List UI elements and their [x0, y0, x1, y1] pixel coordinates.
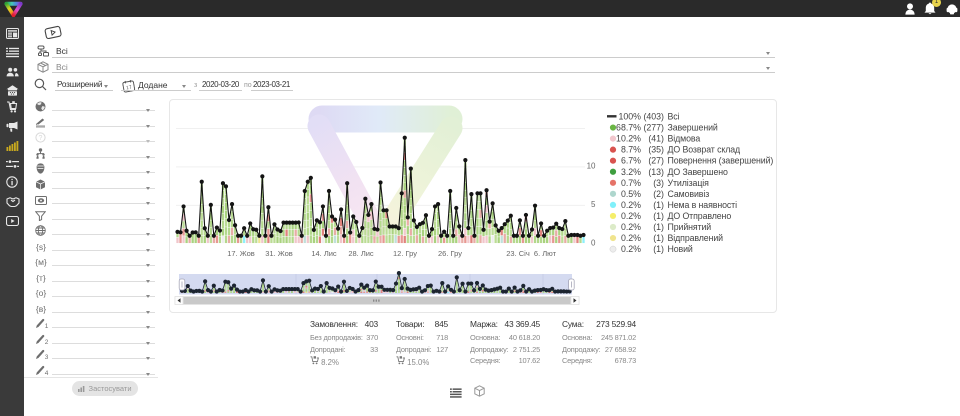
svg-text:6. Лют: 6. Лют — [534, 249, 557, 258]
svg-text:(277): (277) — [643, 123, 664, 133]
svg-text:(41): (41) — [648, 134, 664, 144]
svg-text:{м}: {м} — [35, 257, 47, 267]
svg-text:3: 3 — [45, 354, 49, 360]
svg-text:8.7%: 8.7% — [621, 145, 641, 155]
svg-text:Самовивіз: Самовивіз — [668, 189, 710, 199]
svg-text:ДО Отправлено: ДО Отправлено — [668, 211, 732, 221]
svg-text:0.5%: 0.5% — [621, 189, 641, 199]
svg-text:0.2%: 0.2% — [621, 211, 641, 221]
svg-text:0.7%: 0.7% — [621, 178, 641, 188]
svg-text:6.7%: 6.7% — [621, 156, 641, 166]
svg-text:10: 10 — [587, 162, 596, 171]
svg-text:(13): (13) — [648, 167, 664, 177]
svg-text:{т}: {т} — [36, 273, 46, 283]
svg-text:(1): (1) — [653, 222, 664, 232]
svg-text:0.2%: 0.2% — [621, 233, 641, 243]
svg-text:{о}: {о} — [36, 288, 47, 298]
svg-text:(3): (3) — [653, 178, 664, 188]
svg-text:Відправлений: Відправлений — [668, 233, 724, 243]
svg-text:Відмова: Відмова — [668, 134, 701, 144]
svg-text:0: 0 — [591, 239, 596, 248]
svg-text:68.7%: 68.7% — [616, 123, 641, 133]
svg-text:26. Гру: 26. Гру — [438, 249, 462, 258]
svg-text:31. Жов: 31. Жов — [265, 249, 293, 258]
svg-text:(27): (27) — [648, 156, 664, 166]
svg-text:(1): (1) — [653, 200, 664, 210]
svg-text:Утилізація: Утилізація — [668, 178, 710, 188]
svg-text:?: ? — [39, 135, 43, 142]
svg-text:Повернення (завершений): Повернення (завершений) — [668, 156, 774, 166]
svg-text:(1): (1) — [653, 211, 664, 221]
svg-text:Прийнятий: Прийнятий — [668, 222, 712, 232]
svg-text:Всі: Всі — [668, 112, 680, 122]
svg-text:(2): (2) — [653, 189, 664, 199]
svg-text:14. Лис: 14. Лис — [311, 249, 337, 258]
svg-text:0.2%: 0.2% — [621, 244, 641, 254]
svg-text:(35): (35) — [648, 145, 664, 155]
svg-text:Новий: Новий — [668, 244, 693, 254]
svg-text:23. Січ: 23. Січ — [506, 249, 530, 258]
svg-text:10.2%: 10.2% — [616, 134, 641, 144]
svg-text:17. Жов: 17. Жов — [227, 249, 255, 258]
svg-text:(403): (403) — [643, 112, 664, 122]
svg-text:2: 2 — [45, 339, 49, 345]
svg-text:4: 4 — [45, 370, 49, 376]
svg-text:5: 5 — [591, 200, 596, 209]
svg-text:12. Гру: 12. Гру — [393, 249, 417, 258]
svg-text:{в}: {в} — [36, 304, 46, 314]
svg-text:3.2%: 3.2% — [621, 167, 641, 177]
svg-text:{s}: {s} — [36, 242, 46, 252]
svg-text:ДО Завершено: ДО Завершено — [668, 167, 729, 177]
svg-text:0.2%: 0.2% — [621, 222, 641, 232]
svg-text:Нема в наявності: Нема в наявності — [668, 200, 738, 210]
svg-text:(1): (1) — [653, 233, 664, 243]
svg-text:28. Лис: 28. Лис — [348, 249, 374, 258]
svg-text:Завершений: Завершений — [668, 123, 718, 133]
svg-text:ДО Возврат склад: ДО Возврат склад — [668, 145, 741, 155]
svg-text:0.2%: 0.2% — [621, 200, 641, 210]
svg-text:100%: 100% — [619, 112, 642, 122]
svg-text:(1): (1) — [653, 244, 664, 254]
svg-text:1: 1 — [45, 323, 49, 329]
